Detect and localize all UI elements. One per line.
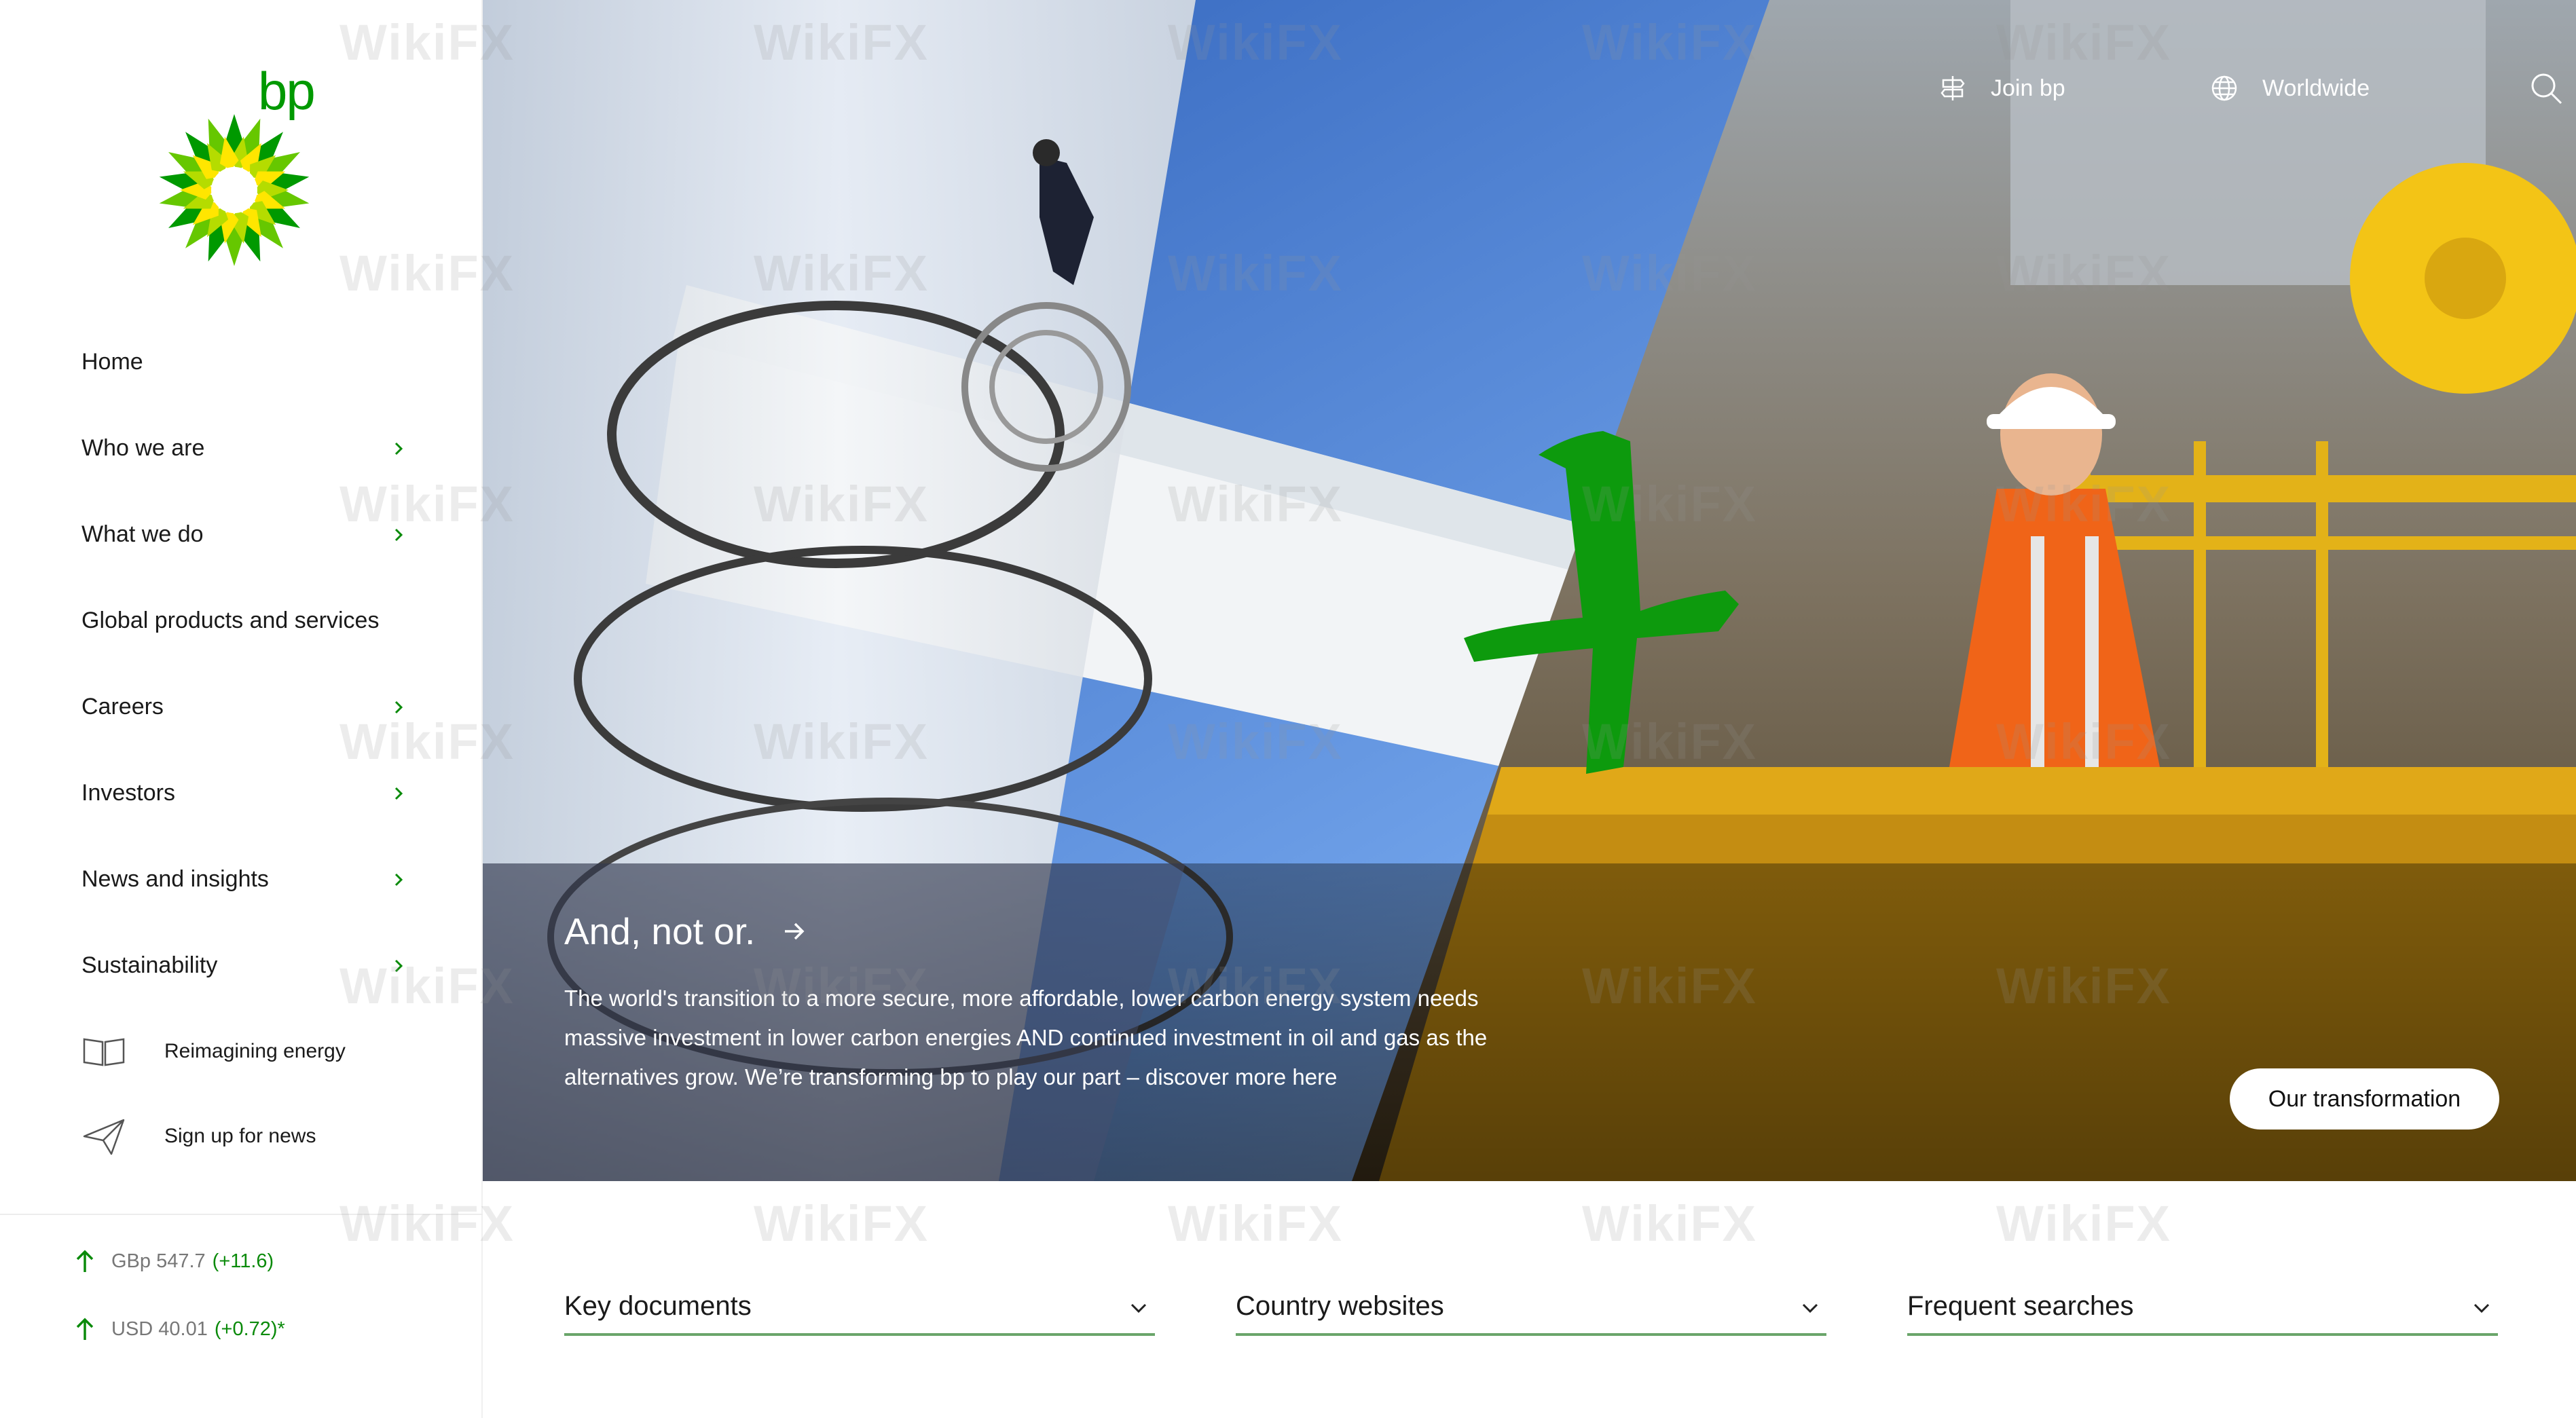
sidebar: bp Home Who we are What we do Global pro…: [0, 0, 483, 1418]
helios-icon: [159, 114, 310, 266]
share-price-gbp[interactable]: GBp 547.7 (+11.6): [75, 1249, 274, 1273]
hero-body: The world's transition to a more secure,…: [564, 986, 1488, 1089]
nav-item-sustainability[interactable]: Sustainability: [81, 922, 407, 1009]
globe-icon: [2211, 75, 2237, 101]
chevron-right-icon: [394, 787, 403, 800]
chevron-down-icon: [1130, 1303, 1147, 1313]
nav-item-investors[interactable]: Investors: [81, 750, 407, 836]
watermark: WikiFX: [754, 1195, 930, 1252]
our-transformation-button[interactable]: Our transformation: [2230, 1068, 2499, 1130]
nav-item-label: News and insights: [81, 866, 269, 892]
share-price-change: (+11.6): [212, 1250, 274, 1272]
nav-item-careers[interactable]: Careers: [81, 664, 407, 750]
nav-item-news-and-insights[interactable]: News and insights: [81, 836, 407, 922]
search-icon: [2531, 73, 2562, 105]
hero-caption: And, not or. The world's transition to a…: [483, 863, 2576, 1181]
dropdown-label: Country websites: [1236, 1291, 1444, 1321]
nav-item-who-we-are[interactable]: Who we are: [81, 405, 407, 491]
country-websites-dropdown[interactable]: Country websites: [1236, 1283, 1826, 1336]
share-price-value: GBp 547.7: [111, 1250, 206, 1272]
sign-up-news-link[interactable]: Sign up for news: [81, 1094, 407, 1178]
frequent-searches-dropdown[interactable]: Frequent searches: [1907, 1283, 2498, 1336]
paper-plane-icon: [83, 1119, 125, 1155]
nav-item-label: Home: [81, 349, 143, 375]
chevron-right-icon: [394, 701, 403, 713]
chevron-down-icon: [2473, 1303, 2490, 1313]
share-price-usd[interactable]: USD 40.01 (+0.72)*: [75, 1317, 285, 1341]
chevron-right-icon: [394, 873, 403, 886]
nav-item-label: Careers: [81, 694, 164, 720]
nav-item-what-we-do[interactable]: What we do: [81, 491, 407, 578]
watermark: WikiFX: [1996, 1195, 2172, 1252]
share-price-panel: GBp 547.7 (+11.6) USD 40.01 (+0.72)*: [0, 1214, 483, 1418]
dropdown-label: Key documents: [564, 1291, 752, 1321]
nav-item-global-products[interactable]: Global products and services: [81, 578, 407, 664]
chevron-down-icon: [1802, 1303, 1818, 1313]
key-documents-dropdown[interactable]: Key documents: [564, 1283, 1155, 1336]
signpost-icon: [1940, 76, 1965, 100]
nav-item-label: Global products and services: [81, 608, 380, 633]
bp-wordmark: bp: [258, 61, 316, 121]
watermark: WikiFX: [1168, 1195, 1344, 1252]
reimagining-energy-label: Reimagining energy: [164, 1039, 346, 1062]
sign-up-news-label: Sign up for news: [164, 1124, 316, 1147]
watermark: WikiFX: [1582, 1195, 1758, 1252]
dropdown-label: Frequent searches: [1907, 1291, 2134, 1321]
nav-item-label: What we do: [81, 521, 204, 547]
hero-title-link[interactable]: And, not or.: [564, 910, 807, 953]
nav-item-label: Who we are: [81, 435, 205, 461]
reimagining-energy-link[interactable]: Reimagining energy: [81, 1009, 407, 1094]
book-icon: [83, 1038, 125, 1066]
main-nav: Home Who we are What we do Global produc…: [81, 319, 407, 1178]
hero-banner: Join bp Worldwide And, not or. The world…: [483, 0, 2576, 1181]
hero-title: And, not or.: [564, 910, 756, 952]
nav-item-label: Sustainability: [81, 952, 218, 978]
arrow-up-icon: [76, 1318, 94, 1340]
nav-item-label: Investors: [81, 780, 175, 806]
arrow-right-icon: [785, 922, 805, 940]
bp-logo[interactable]: bp: [156, 64, 326, 275]
chevron-right-icon: [394, 959, 403, 972]
chevron-right-icon: [394, 528, 403, 541]
nav-item-home[interactable]: Home: [81, 319, 407, 405]
join-bp-label: Join bp: [1991, 75, 2065, 101]
search-button[interactable]: [2528, 64, 2576, 112]
top-utility-bar: Join bp Worldwide: [1829, 64, 2576, 112]
arrow-up-icon: [76, 1250, 94, 1272]
share-price-change: (+0.72)*: [214, 1318, 285, 1340]
chevron-right-icon: [394, 442, 403, 455]
share-price-value: USD 40.01: [111, 1318, 208, 1340]
worldwide-label: Worldwide: [2262, 75, 2370, 101]
join-bp-link[interactable]: Join bp: [1938, 64, 2065, 112]
worldwide-selector[interactable]: Worldwide: [2209, 64, 2370, 112]
